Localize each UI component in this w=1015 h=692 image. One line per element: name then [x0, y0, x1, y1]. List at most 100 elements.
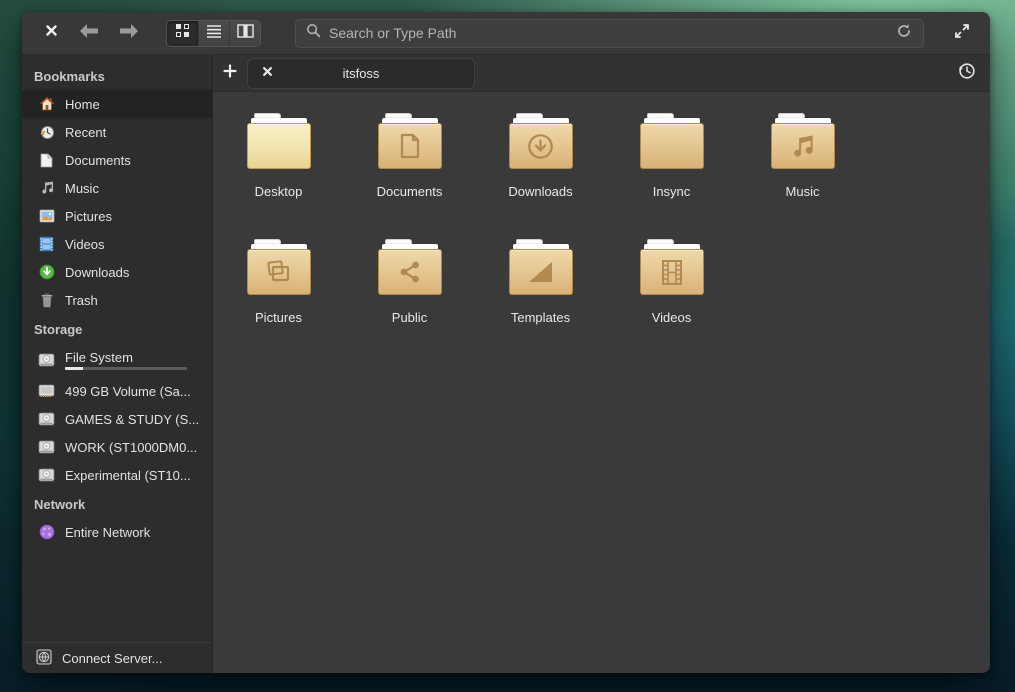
- videos-icon: [38, 236, 55, 253]
- folder-label: Public: [392, 310, 427, 325]
- sidebar-item-recent[interactable]: Recent: [22, 118, 212, 146]
- folder-documents[interactable]: Documents: [344, 113, 475, 239]
- list-view-button[interactable]: [198, 21, 229, 46]
- globe-icon: [38, 524, 55, 541]
- refresh-button[interactable]: [893, 22, 915, 44]
- folder-insync[interactable]: Insync: [606, 113, 737, 239]
- back-button[interactable]: [76, 22, 102, 44]
- filmstrip-icon: [658, 258, 686, 286]
- sidebar-item-label: Trash: [65, 293, 98, 308]
- sidebar-item-label: Documents: [65, 153, 131, 168]
- folder-icon: [640, 239, 704, 295]
- disk2-icon: [38, 383, 55, 400]
- folder-label: Templates: [511, 310, 570, 325]
- sidebar-item-file-system[interactable]: File System: [22, 343, 212, 377]
- folder-icon: [640, 113, 704, 169]
- folder-downloads[interactable]: Downloads: [475, 113, 606, 239]
- sidebar-item-label: Music: [65, 181, 99, 196]
- folder-icon: [378, 113, 442, 169]
- sidebar-item-documents[interactable]: Documents: [22, 146, 212, 174]
- grid-view-icon: [175, 23, 190, 43]
- none-icon: [265, 132, 293, 160]
- folder-music[interactable]: Music: [737, 113, 868, 239]
- sidebar-item-label: Pictures: [65, 209, 112, 224]
- folder-icon: [247, 239, 311, 295]
- column-view-icon: [237, 24, 254, 43]
- forward-arrow-icon: [118, 23, 140, 44]
- list-view-icon: [206, 24, 222, 43]
- sidebar-section-network: Network: [22, 489, 212, 518]
- disk-icon: [38, 467, 55, 484]
- sidebar-item-499-gb-volume-sa[interactable]: 499 GB Volume (Sa...: [22, 377, 212, 405]
- disk-usage-bar: [65, 367, 187, 370]
- file-manager-window: Bookmarks Home Recent: [22, 12, 990, 673]
- toolbar: [22, 12, 990, 55]
- folder-icon: [247, 113, 311, 169]
- tab-close-button[interactable]: [258, 64, 276, 82]
- tab-bar: itsfoss: [213, 55, 990, 92]
- search-input[interactable]: [329, 25, 893, 41]
- folder-templates[interactable]: Templates: [475, 239, 606, 365]
- sidebar-item-work-st1000dm0[interactable]: WORK (ST1000DM0...: [22, 433, 212, 461]
- connect-server-label: Connect Server...: [62, 651, 162, 666]
- search-bar[interactable]: [295, 19, 924, 48]
- folder-public[interactable]: Public: [344, 239, 475, 365]
- sidebar-item-label: GAMES & STUDY (S...: [65, 412, 199, 427]
- history-icon: [957, 61, 976, 85]
- none-icon: [658, 132, 686, 160]
- forward-button[interactable]: [116, 22, 142, 44]
- sidebar-item-experimental-st10[interactable]: Experimental (ST10...: [22, 461, 212, 489]
- connect-server-button[interactable]: Connect Server...: [22, 642, 212, 673]
- folder-label: Videos: [652, 310, 692, 325]
- sidebar-item-videos[interactable]: Videos: [22, 230, 212, 258]
- sidebar-item-label: Experimental (ST10...: [65, 468, 191, 483]
- folder-pictures[interactable]: Pictures: [213, 239, 344, 365]
- sidebar-item-label: Entire Network: [65, 525, 150, 540]
- folder-label: Music: [786, 184, 820, 199]
- trash-icon: [38, 292, 55, 309]
- history-button[interactable]: [954, 61, 978, 85]
- sidebar-item-label: Home: [65, 97, 100, 112]
- folder-icon: [509, 113, 573, 169]
- folder-videos[interactable]: Videos: [606, 239, 737, 365]
- tab-itsfoss[interactable]: itsfoss: [247, 58, 475, 89]
- back-arrow-icon: [78, 23, 100, 44]
- view-mode-toggle: [166, 20, 261, 47]
- grid-view-button[interactable]: [167, 21, 198, 46]
- doc-icon: [396, 132, 424, 160]
- sidebar-item-label: Downloads: [65, 265, 129, 280]
- share-icon: [396, 258, 424, 286]
- expand-icon: [954, 23, 970, 44]
- folder-label: Downloads: [508, 184, 572, 199]
- new-tab-button[interactable]: [213, 55, 247, 91]
- folder-label: Pictures: [255, 310, 302, 325]
- download-badge-icon: [38, 264, 55, 281]
- document-icon: [38, 152, 55, 169]
- sidebar-item-label: 499 GB Volume (Sa...: [65, 384, 191, 399]
- fullscreen-button[interactable]: [950, 21, 974, 45]
- folder-view: Desktop Documents: [213, 92, 990, 673]
- sidebar-item-pictures[interactable]: Pictures: [22, 202, 212, 230]
- server-icon: [36, 649, 52, 668]
- sidebar-spacer: [22, 546, 212, 642]
- tab-label: itsfoss: [276, 66, 464, 81]
- folder-desktop[interactable]: Desktop: [213, 113, 344, 239]
- sidebar-section-bookmarks: Bookmarks: [22, 61, 212, 90]
- sidebar-item-trash[interactable]: Trash: [22, 286, 212, 314]
- folder-label: Desktop: [255, 184, 303, 199]
- folder-icon: [509, 239, 573, 295]
- sidebar-item-music[interactable]: Music: [22, 174, 212, 202]
- music-icon: [38, 180, 55, 197]
- main-pane: itsfoss Desktop: [213, 55, 990, 673]
- sidebar-item-label: File System: [65, 350, 187, 365]
- refresh-icon: [896, 23, 912, 44]
- sidebar-item-home[interactable]: Home: [22, 90, 212, 118]
- pictures-icon: [38, 208, 55, 225]
- sidebar-item-games-study-s[interactable]: GAMES & STUDY (S...: [22, 405, 212, 433]
- clock-icon: [38, 124, 55, 141]
- sidebar-item-downloads[interactable]: Downloads: [22, 258, 212, 286]
- photo-icon: [265, 258, 293, 286]
- window-close-button[interactable]: [40, 22, 62, 44]
- sidebar-item-entire-network[interactable]: Entire Network: [22, 518, 212, 546]
- column-view-button[interactable]: [229, 21, 260, 46]
